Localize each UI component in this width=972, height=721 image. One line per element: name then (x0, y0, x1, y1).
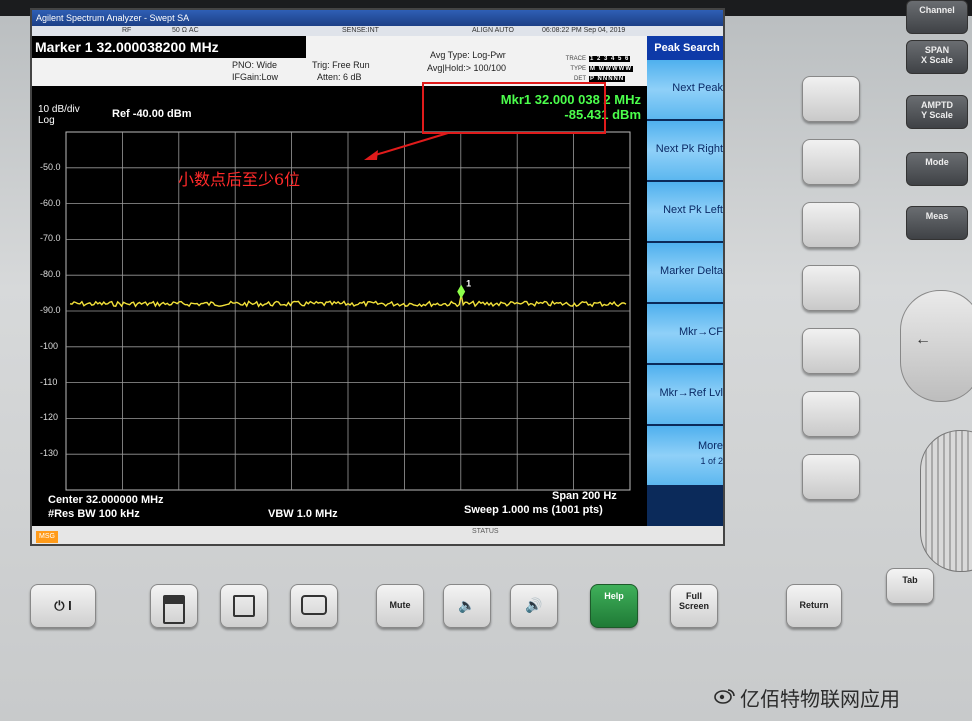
status-datetime: 06:08:22 PM Sep 04, 2019 (542, 27, 626, 34)
y-tick-label: -80.0 (40, 269, 61, 280)
softkey-menu-title: Peak Search (647, 36, 723, 60)
status-ohm: 50 Ω AC (172, 27, 199, 34)
softkey-panel: Peak Search Next Peak Next Pk Right Next P… (647, 36, 723, 526)
center-freq: Center 32.000000 MHz (48, 494, 164, 506)
return-button[interactable]: Return (786, 584, 842, 628)
hardware-softkey-3[interactable] (802, 202, 860, 248)
marker-1[interactable]: 1 (457, 279, 471, 299)
front-button-3[interactable]: Mode (906, 152, 968, 186)
ifgain-setting: IFGain:Low (232, 72, 279, 82)
volume-down-button[interactable]: 🔈 (443, 584, 491, 628)
hardware-softkey-7[interactable] (802, 454, 860, 500)
next-window-button[interactable] (290, 584, 338, 628)
plot-grid: 1 (65, 131, 631, 491)
settings-header: Marker 1 32.000038200 MHz PNO: Wide IFGa… (32, 36, 647, 86)
message-bar: MSG STATUS (32, 526, 723, 544)
trace-vals: 1 2 3 4 5 6 (589, 56, 631, 62)
trig-setting: Trig: Free Run (312, 60, 370, 70)
status-indicator[interactable]: STATUS (472, 528, 499, 535)
type-vals: M WWWWW (589, 66, 633, 72)
atten-setting: Atten: 6 dB (317, 72, 362, 82)
status-sense: SENSE:INT (342, 27, 379, 34)
full-screen-button[interactable]: Full Screen (670, 584, 718, 628)
y-tick-label: -120 (40, 412, 59, 423)
next-window-icon (301, 595, 327, 615)
front-button-1[interactable]: SPAN X Scale (906, 40, 968, 74)
split-view-icon (163, 595, 185, 624)
annotation-text: 小数点后至少6位 (178, 170, 301, 189)
front-button-0[interactable]: Channel (906, 0, 968, 34)
y-tick-label: -70.0 (40, 233, 61, 244)
speaker-loud-icon: 🔊 (525, 597, 543, 613)
softkey-3[interactable]: Marker Delta (647, 243, 723, 304)
split-view-button[interactable] (150, 584, 198, 628)
y-tick-label: -60.0 (40, 197, 61, 208)
weibo-icon (714, 689, 735, 704)
status-align: ALIGN AUTO (472, 27, 514, 34)
marker-diamond-icon (457, 284, 466, 299)
hardware-softkey-1[interactable] (802, 76, 860, 122)
softkey-2[interactable]: Next Pk Left (647, 182, 723, 243)
softkey-0[interactable]: Next Peak (647, 60, 723, 121)
hardware-softkey-2[interactable] (802, 139, 860, 185)
y-tick-label: -110 (40, 376, 58, 387)
y-tick-label: -130 (40, 448, 59, 459)
avg-type: Avg Type: Log-Pwr (430, 50, 506, 60)
softkey-6[interactable]: More 1 of 2 (647, 426, 723, 487)
volume-up-button[interactable]: 🔊 (510, 584, 558, 628)
softkey-5[interactable]: Mkr→Ref Lvl (647, 365, 723, 426)
front-button-2[interactable]: AMPTD Y Scale (906, 95, 968, 129)
marker-readout-highlight (422, 82, 606, 134)
marker-number-label: 1 (466, 279, 471, 289)
marker-title: Marker 1 32.000038200 MHz (32, 36, 306, 58)
msg-indicator: MSG (36, 531, 58, 543)
status-rf: RF (122, 27, 132, 34)
rotary-knob[interactable] (920, 430, 972, 572)
mute-button[interactable]: Mute (376, 584, 424, 628)
softkey-4[interactable]: Mkr→CF (647, 304, 723, 365)
y-tick-label: -100 (40, 340, 59, 351)
sweep: Sweep 1.000 ms (1001 pts) (464, 504, 603, 516)
zoom-icon (233, 595, 255, 617)
hardware-softkey-5[interactable] (802, 328, 860, 374)
help-button[interactable]: Help (590, 584, 638, 628)
mute-label: Mute (389, 600, 411, 610)
zoom-button[interactable] (220, 584, 268, 628)
window-title: Agilent Spectrum Analyzer - Swept SA (32, 10, 723, 26)
span: Span 200 Hz (552, 490, 617, 502)
power-button[interactable]: ⏻ I (30, 584, 96, 628)
hardware-softkey-4[interactable] (802, 265, 860, 311)
left-arrow-icon: ← (915, 331, 931, 348)
nav-arrow-pad[interactable]: ← (900, 290, 972, 402)
pno-setting: PNO: Wide (232, 60, 278, 70)
front-button-4[interactable]: Meas (906, 206, 968, 240)
vbw: VBW 1.0 MHz (268, 508, 338, 520)
tab-button[interactable]: Tab (886, 568, 934, 604)
watermark-text: 亿佰特物联网应用 (740, 687, 900, 711)
y-tick-label: -50.0 (40, 161, 61, 172)
softkey-1[interactable]: Next Pk Right (647, 121, 723, 182)
res-bw: #Res BW 100 kHz (48, 508, 140, 520)
analyzer-screen: Agilent Spectrum Analyzer - Swept SA RF … (30, 8, 725, 546)
spectrum-plot[interactable]: 10 dB/div Log Ref -40.00 dBm 1 -50.0 -60.… (32, 86, 647, 526)
speaker-icon: 🔈 (458, 597, 476, 613)
hardware-softkey-6[interactable] (802, 391, 860, 437)
avg-hold: Avg|Hold:> 100/100 (427, 63, 506, 73)
y-tick-label: -90.0 (40, 305, 61, 315)
status-strip: RF 50 Ω AC SENSE:INT ALIGN AUTO 06:08:22… (32, 26, 723, 36)
